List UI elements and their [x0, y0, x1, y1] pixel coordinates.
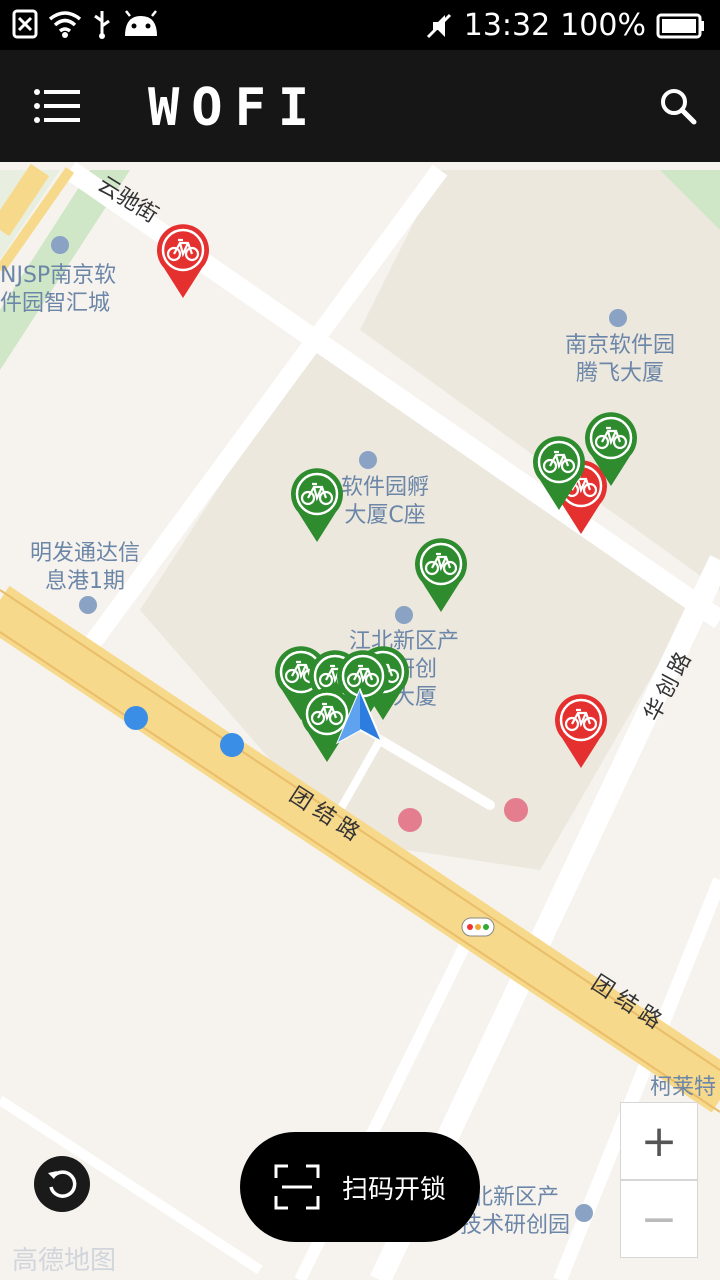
map-watermark: 高德地图 — [12, 1246, 117, 1276]
status-bar: 13:32 100% — [0, 0, 720, 50]
bike-pin-unavailable[interactable] — [156, 224, 210, 300]
sim-off-icon — [12, 9, 38, 39]
battery-icon — [656, 13, 704, 38]
navigation-arrow-icon — [336, 688, 384, 745]
menu-icon[interactable] — [32, 86, 82, 126]
usb-icon — [94, 11, 110, 39]
scan-unlock-label: 扫码开锁 — [341, 1174, 446, 1205]
relocate-button[interactable] — [34, 1156, 90, 1212]
poi-label: 明发通达信 息港1期 — [29, 541, 140, 594]
android-icon — [125, 10, 157, 36]
poi-label: 南京软件园 腾飞大厦 — [564, 333, 675, 386]
zoom-in-button[interactable]: + — [620, 1102, 698, 1180]
poi-label: 柯莱特 — [650, 1075, 717, 1100]
battery-percent: 100% — [560, 8, 646, 43]
scan-icon — [274, 1164, 320, 1210]
plus-icon: + — [640, 1115, 678, 1167]
search-icon[interactable] — [658, 86, 698, 126]
mute-icon — [426, 13, 451, 38]
bike-pin-available[interactable] — [532, 436, 586, 512]
map-view[interactable]: NJSP南京软 件园智汇城 南京软件园 腾飞大厦 软件园孵 大厦C座 明发通达信… — [0, 162, 720, 1280]
app-bar: WOFI — [0, 50, 720, 162]
poi-label: NJSP南京软 件园智汇城 — [0, 263, 117, 316]
bike-pin-available[interactable] — [584, 412, 638, 488]
bike-pin-unavailable[interactable] — [554, 694, 608, 770]
refresh-icon — [48, 1170, 77, 1198]
minus-icon: − — [640, 1193, 678, 1245]
zoom-out-button[interactable]: − — [620, 1180, 698, 1258]
status-time: 13:32 — [463, 8, 551, 43]
bike-pin-available[interactable] — [290, 468, 344, 544]
wifi-icon — [48, 11, 82, 38]
app-logo: WOFI — [148, 78, 322, 138]
bike-pin-available[interactable] — [414, 538, 468, 614]
scan-unlock-button[interactable]: 扫码开锁 — [240, 1132, 480, 1242]
